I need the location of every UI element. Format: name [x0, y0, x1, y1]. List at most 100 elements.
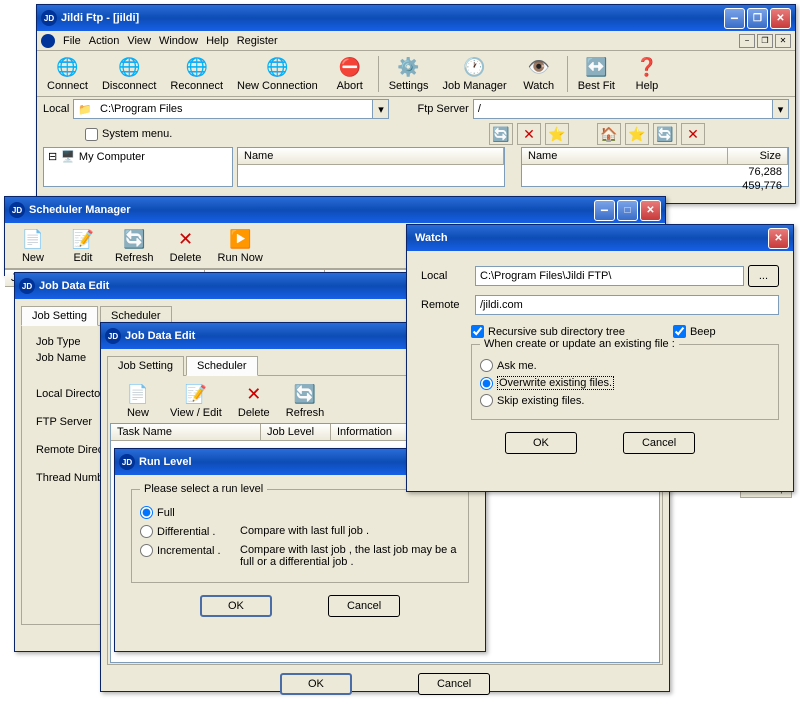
refresh-button[interactable]: 🔄Refresh	[280, 380, 331, 421]
ftp-path-input[interactable]	[473, 99, 773, 119]
system-menu-checkbox[interactable]: System menu.	[85, 128, 172, 141]
delete-button[interactable]: ✕Delete	[230, 380, 278, 421]
new-button[interactable]: 📄New	[114, 380, 162, 421]
skip-radio[interactable]: Skip existing files.	[480, 394, 770, 407]
arrows-icon: ↔️	[584, 55, 608, 79]
tab-job-setting[interactable]: Job Setting	[107, 356, 184, 376]
remote-file-list[interactable]: Name Size 76,288 459,776	[521, 147, 789, 187]
run-level-group: Please select a run level Full Different…	[131, 489, 469, 583]
app-icon: JD	[105, 328, 121, 344]
ok-button[interactable]: OK	[505, 432, 577, 454]
menu-action[interactable]: Action	[89, 35, 120, 47]
globe-disconnect-icon: 🌐	[117, 55, 141, 79]
local-tree[interactable]: ⊟🖥️My Computer	[43, 147, 233, 187]
refresh-button[interactable]: 🔄	[653, 123, 677, 145]
menu-view[interactable]: View	[127, 35, 151, 47]
minimize-button[interactable]	[724, 8, 745, 29]
ok-button[interactable]: OK	[280, 673, 352, 695]
overwrite-group-label: When create or update an existing file :	[480, 338, 679, 350]
minus-icon[interactable]: ⊟	[48, 150, 57, 163]
watch-titlebar[interactable]: Watch	[407, 225, 793, 251]
disconnect-button[interactable]: 🌐Disconnect	[96, 53, 162, 94]
main-title: Jildi Ftp - [jildi]	[61, 12, 724, 24]
scheduler-titlebar[interactable]: JD Scheduler Manager	[5, 197, 665, 223]
main-titlebar[interactable]: JD Jildi Ftp - [jildi]	[37, 5, 795, 31]
differential-radio[interactable]: Differential .	[140, 525, 240, 538]
ok-button[interactable]: OK	[200, 595, 272, 617]
app-icon: JD	[119, 454, 135, 470]
connect-button[interactable]: 🌐Connect	[41, 53, 94, 94]
new-icon: 📄	[21, 227, 45, 251]
delete-button[interactable]: ✕	[681, 123, 705, 145]
beep-checkbox[interactable]: Beep	[673, 325, 716, 338]
watch-remote-input[interactable]	[475, 295, 779, 315]
browse-button[interactable]: ...	[748, 265, 779, 287]
bookmark-button[interactable]: ⭐	[545, 123, 569, 145]
new-button[interactable]: 📄New	[9, 225, 57, 266]
best-fit-button[interactable]: ↔️Best Fit	[572, 53, 621, 94]
menu-window[interactable]: Window	[159, 35, 198, 47]
file-size: 76,288	[728, 165, 788, 179]
ask-radio[interactable]: Ask me.	[480, 359, 770, 372]
restore-button[interactable]	[747, 8, 768, 29]
job-manager-button[interactable]: 🕐Job Manager	[436, 53, 512, 94]
mdi-close-button[interactable]: ✕	[775, 34, 791, 48]
delete-icon: ✕	[174, 227, 198, 251]
settings-button[interactable]: ⚙️Settings	[383, 53, 435, 94]
refresh-button[interactable]: 🔄Refresh	[109, 225, 160, 266]
delete-button[interactable]: ✕Delete	[162, 225, 210, 266]
local-path-input[interactable]	[96, 99, 373, 119]
run-icon: ▶️	[228, 227, 252, 251]
new-connection-button[interactable]: 🌐New Connection	[231, 53, 324, 94]
delete-button[interactable]: ✕	[517, 123, 541, 145]
edit-button[interactable]: 📝Edit	[59, 225, 107, 266]
cancel-button[interactable]: Cancel	[418, 673, 490, 695]
name-column[interactable]: Name	[522, 148, 728, 164]
size-column[interactable]: Size	[728, 148, 788, 164]
watch-button[interactable]: 👁️Watch	[515, 53, 563, 94]
incremental-radio[interactable]: Incremental .	[140, 544, 240, 557]
menu-register[interactable]: Register	[237, 35, 278, 47]
path-row: Local 📁 ▾ Ftp Server ▾	[37, 97, 795, 121]
cancel-button[interactable]: Cancel	[328, 595, 400, 617]
help-button[interactable]: ❓Help	[623, 53, 671, 94]
local-file-list[interactable]: Name	[237, 147, 505, 187]
menu-file[interactable]: File	[63, 35, 81, 47]
tab-scheduler[interactable]: Scheduler	[186, 356, 258, 376]
close-button[interactable]	[640, 200, 661, 221]
dropdown-button[interactable]: ▾	[373, 99, 389, 119]
run-now-button[interactable]: ▶️Run Now	[212, 225, 269, 266]
recursive-checkbox[interactable]: Recursive sub directory tree	[471, 325, 625, 338]
close-button[interactable]	[768, 228, 789, 249]
full-radio[interactable]: Full	[140, 506, 460, 519]
menu-help[interactable]: Help	[206, 35, 229, 47]
joblevel-column[interactable]: Job Level	[261, 424, 331, 440]
reconnect-button[interactable]: 🌐Reconnect	[164, 53, 229, 94]
view-edit-button[interactable]: 📝View / Edit	[164, 380, 228, 421]
tab-job-setting[interactable]: Job Setting	[21, 306, 98, 326]
differential-desc: Compare with last full job .	[240, 525, 369, 537]
watch-local-input[interactable]	[475, 266, 744, 286]
name-column[interactable]: Name	[238, 148, 504, 164]
globe-icon: 🌐	[55, 55, 79, 79]
clock-icon: 🕐	[463, 55, 487, 79]
minimize-button[interactable]	[594, 200, 615, 221]
watch-remote-label: Remote	[421, 299, 471, 311]
mdi-minimize-button[interactable]: −	[739, 34, 755, 48]
watch-title: Watch	[415, 232, 768, 244]
mdi-restore-button[interactable]: ❐	[757, 34, 773, 48]
cancel-button[interactable]: Cancel	[623, 432, 695, 454]
overwrite-radio[interactable]: Overwrite existing files.	[480, 376, 770, 390]
refresh-icon: 🔄	[122, 227, 146, 251]
close-button[interactable]	[770, 8, 791, 29]
taskname-column[interactable]: Task Name	[111, 424, 261, 440]
home-button[interactable]: 🏠	[597, 123, 621, 145]
abort-button[interactable]: ⛔Abort	[326, 53, 374, 94]
toolbar-separator	[567, 56, 568, 92]
app-icon: JD	[9, 202, 25, 218]
dropdown-button[interactable]: ▾	[773, 99, 789, 119]
refresh-button[interactable]: 🔄	[489, 123, 513, 145]
new-icon: 📄	[126, 382, 150, 406]
maximize-button[interactable]	[617, 200, 638, 221]
favorite-button[interactable]: ⭐	[625, 123, 649, 145]
